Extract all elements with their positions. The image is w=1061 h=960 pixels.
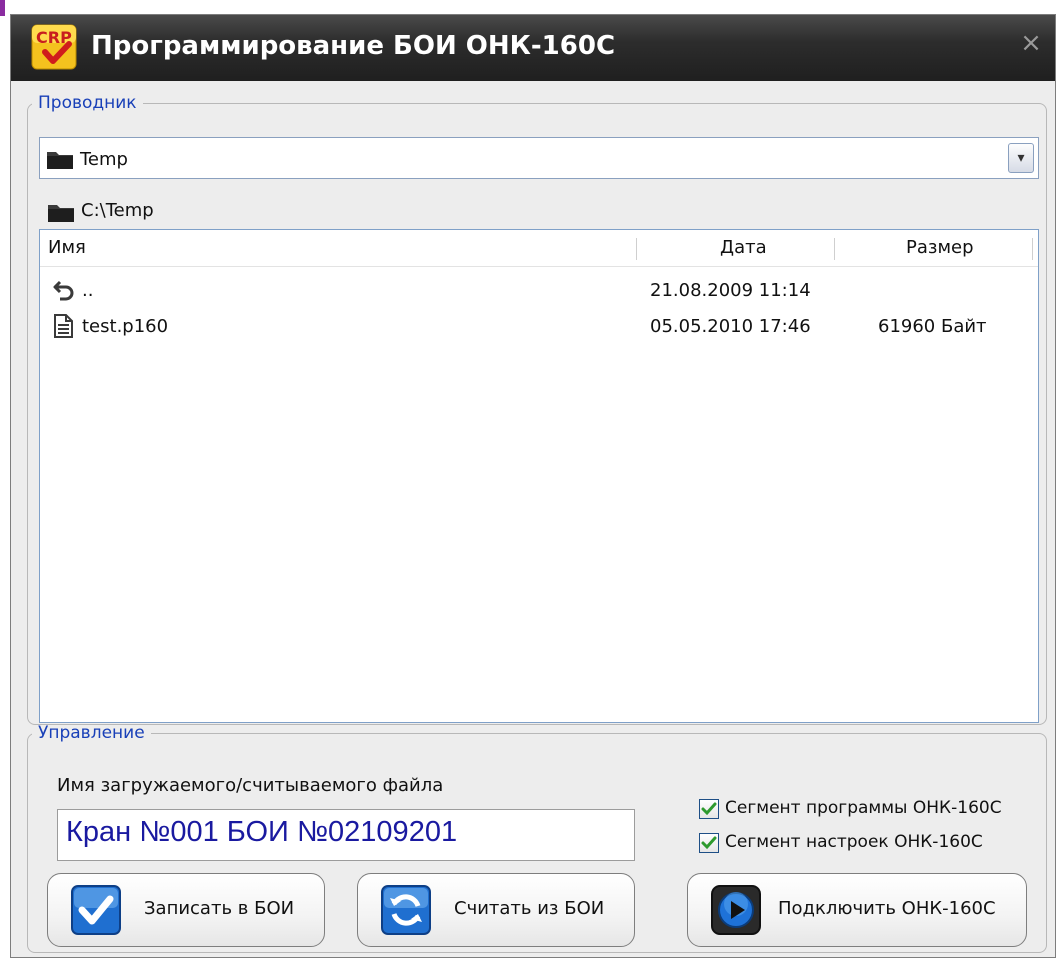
list-item[interactable]: .. 21.08.2009 11:14 bbox=[40, 276, 1038, 306]
column-header-name[interactable]: Имя bbox=[48, 230, 86, 266]
filename-input[interactable]: Кран №001 БОИ №02109201 bbox=[57, 809, 635, 861]
checkbox-label: Сегмент программы ОНК-160С bbox=[725, 798, 1002, 818]
checkmark-icon bbox=[701, 802, 717, 816]
list-header: Имя Дата Размер bbox=[40, 230, 1038, 267]
chevron-down-icon[interactable]: ▾ bbox=[1008, 143, 1034, 173]
column-header-date[interactable]: Дата bbox=[720, 230, 767, 266]
file-name: .. bbox=[82, 280, 94, 301]
checkbox-label: Сегмент настроек ОНК-160С bbox=[725, 832, 983, 852]
refresh-icon bbox=[381, 885, 431, 935]
column-header-size[interactable]: Размер bbox=[906, 230, 974, 266]
folder-combobox[interactable]: Temp ▾ bbox=[39, 137, 1039, 179]
explorer-group-label: Проводник bbox=[38, 93, 137, 113]
app-window: CRP Программирование БОИ ОНК-160С × Пров… bbox=[10, 14, 1056, 958]
window-title: Программирование БОИ ОНК-160С bbox=[91, 31, 616, 61]
read-from-boi-button[interactable]: Считать из БОИ bbox=[357, 873, 635, 947]
folder-icon bbox=[47, 152, 73, 169]
control-group-label: Управление bbox=[38, 723, 145, 743]
filename-label: Имя загружаемого/считываемого файла bbox=[57, 775, 444, 796]
read-button-label: Считать из БОИ bbox=[454, 898, 605, 919]
column-divider[interactable] bbox=[636, 238, 637, 260]
file-size: 61960 Байт bbox=[878, 316, 987, 337]
write-to-boi-button[interactable]: Записать в БОИ bbox=[47, 873, 325, 947]
column-divider[interactable] bbox=[834, 238, 835, 260]
checkmark-icon bbox=[71, 885, 121, 935]
corner-mark bbox=[0, 0, 5, 16]
crp-app-icon: CRP bbox=[31, 24, 77, 70]
connect-onk-button[interactable]: Подключить ОНК-160С bbox=[687, 873, 1027, 947]
list-item[interactable]: test.p160 05.05.2010 17:46 61960 Байт bbox=[40, 312, 1038, 342]
file-date: 05.05.2010 17:46 bbox=[650, 316, 811, 337]
column-divider[interactable] bbox=[1032, 238, 1033, 260]
current-path-text: C:\Temp bbox=[81, 200, 154, 221]
checkmark-icon bbox=[701, 836, 717, 850]
checkbox[interactable] bbox=[699, 833, 719, 853]
title-bar[interactable]: CRP Программирование БОИ ОНК-160С × bbox=[11, 15, 1055, 81]
file-list[interactable]: Имя Дата Размер .. 21.08.2009 11:14 test… bbox=[39, 229, 1039, 723]
play-icon bbox=[711, 885, 761, 935]
connect-button-label: Подключить ОНК-160С bbox=[778, 898, 996, 919]
folder-icon bbox=[48, 205, 74, 222]
file-icon bbox=[54, 314, 73, 338]
folder-combobox-value: Temp bbox=[80, 149, 128, 170]
close-button[interactable]: × bbox=[1017, 29, 1045, 57]
filename-input-value: Кран №001 БОИ №02109201 bbox=[66, 816, 458, 848]
write-button-label: Записать в БОИ bbox=[144, 898, 295, 919]
up-folder-icon bbox=[53, 280, 74, 301]
file-date: 21.08.2009 11:14 bbox=[650, 280, 811, 301]
checkbox[interactable] bbox=[699, 799, 719, 819]
file-name: test.p160 bbox=[82, 316, 169, 337]
